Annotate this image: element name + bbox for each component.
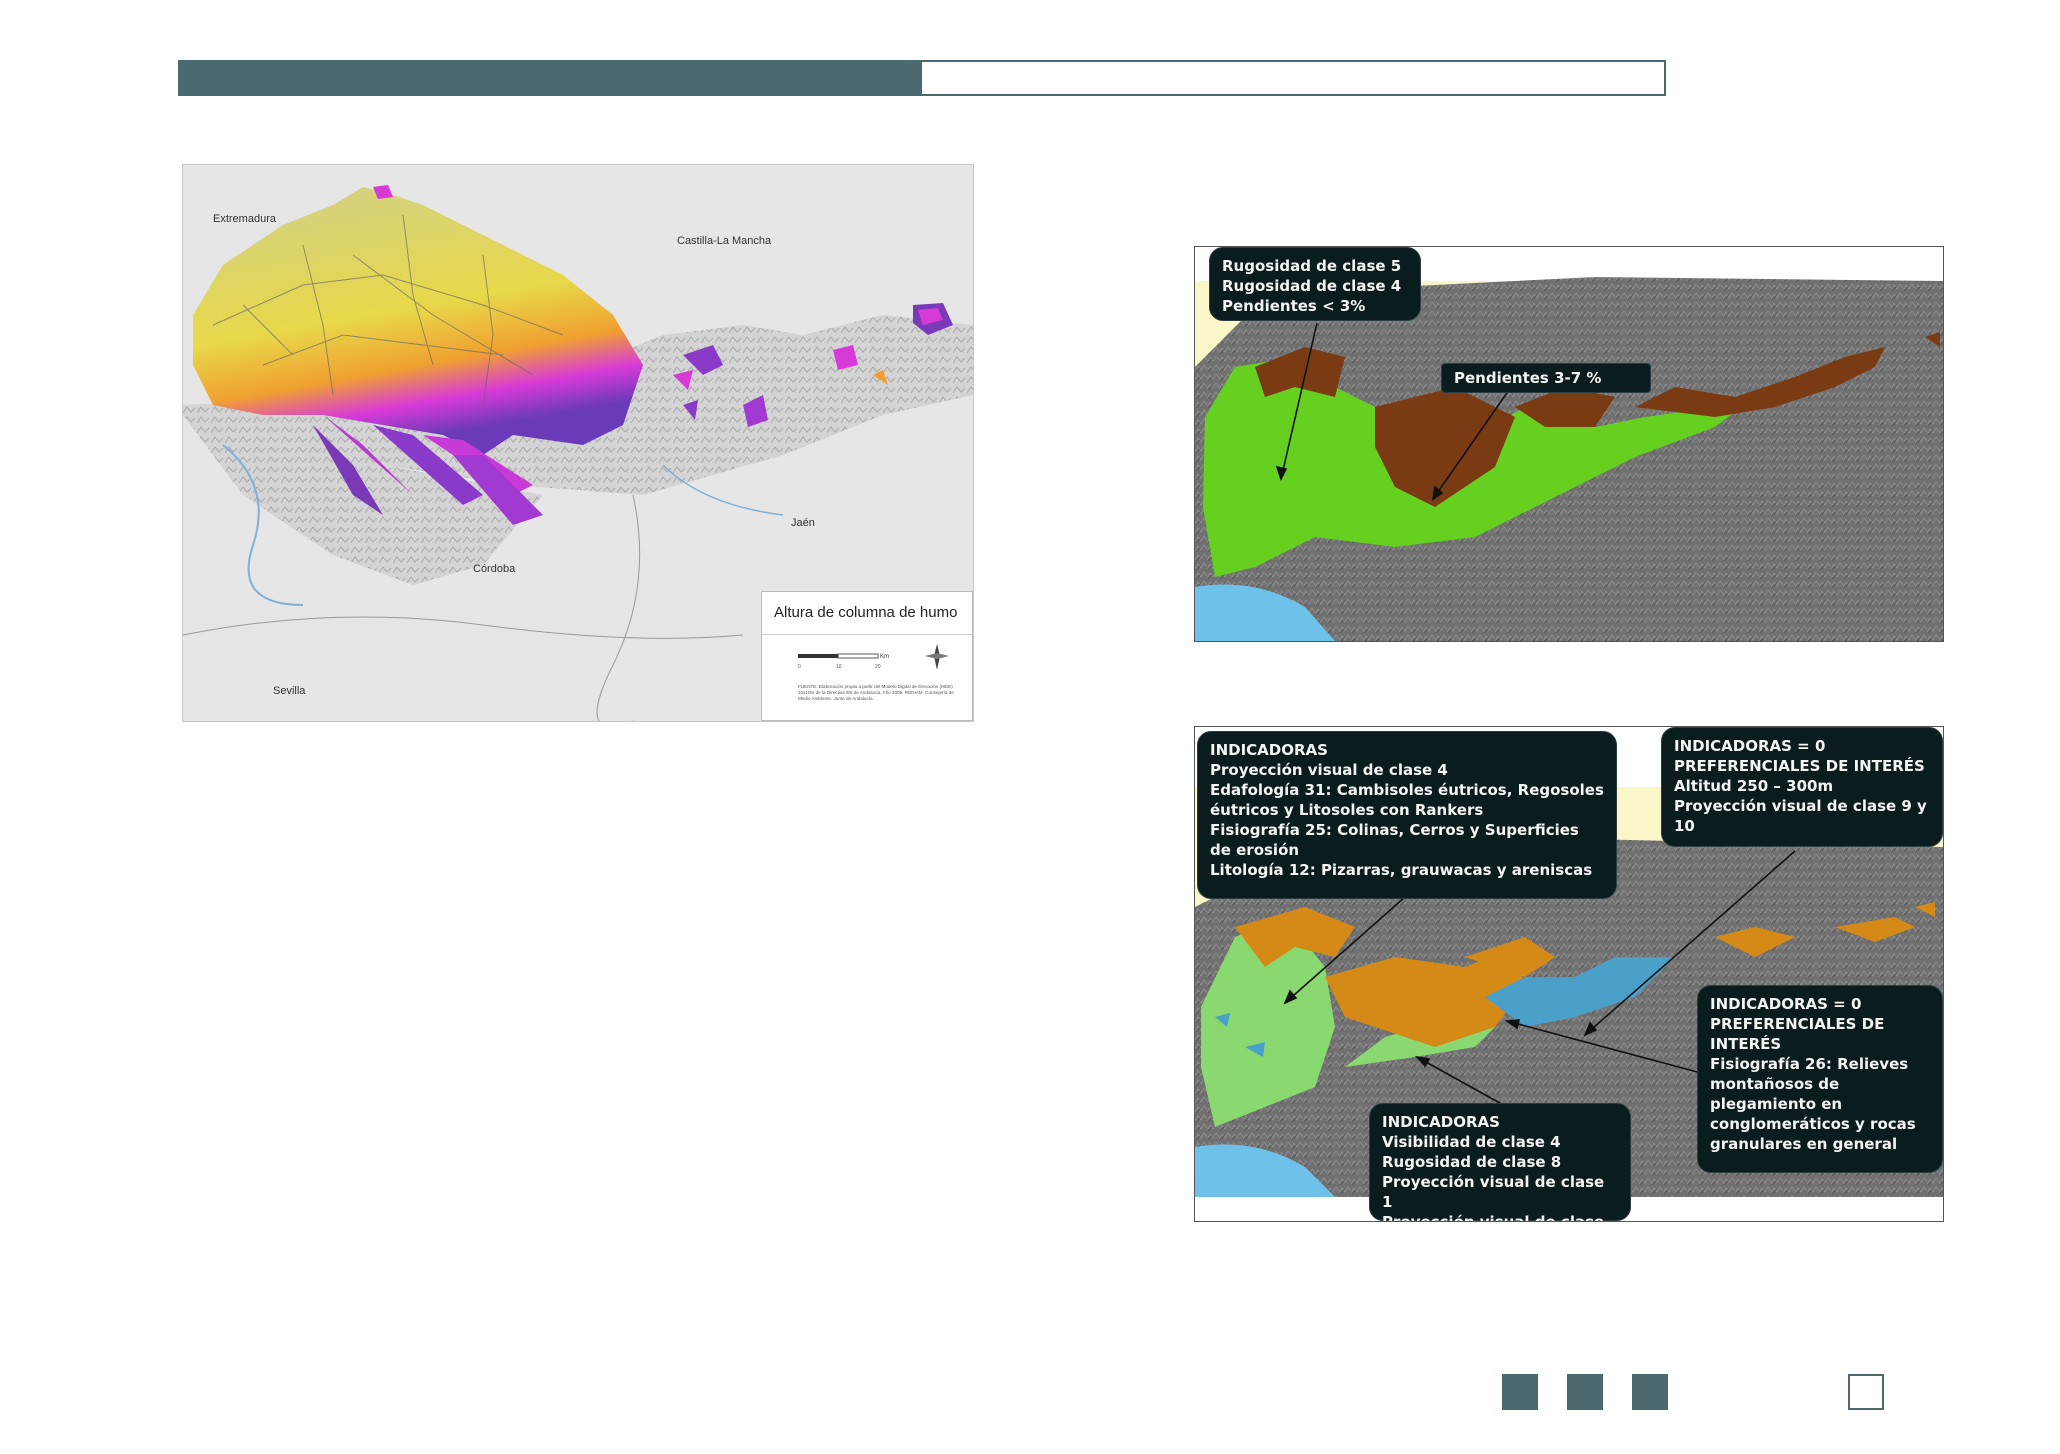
callout-line: Fisiografía 25: Colinas, Cerros y Superf… [1210,821,1579,859]
header-bar-fill [178,60,922,96]
nav-square-3[interactable] [1632,1374,1668,1410]
page-number-box [1848,1374,1884,1410]
callout-line: Visibilidad de clase 4 [1382,1133,1561,1151]
callout-line: Proyección visual de clase 1 [1382,1173,1605,1211]
region-label-cordoba: Córdoba [473,563,516,575]
callout-line: Rugosidad de clase 5 [1222,257,1402,275]
callout-line: Proyección visual de clase 4 [1210,761,1448,779]
region-label-extremadura: Extremadura [213,213,276,225]
region-label-castilla: Castilla-La Mancha [677,235,772,247]
callout-line: PREFERENCIALES DE INTERÉS [1674,757,1925,775]
callout-roughness-slope: Rugosidad de clase 5 Rugosidad de clase … [1209,247,1421,321]
scale-bar: Km 0 10 20 [798,644,949,670]
callout-line: Pendientes 3-7 % [1454,369,1602,387]
callout-line: Proyección visual de clase 2 [1382,1213,1605,1222]
region-label-sevilla: Sevilla [273,685,306,697]
callout-line: Litología 12: Pizarras, grauwacas y aren… [1210,861,1593,879]
callout-line: Fisiografía 26: Relieves montañosos de p… [1710,1055,1916,1153]
nav-square-2[interactable] [1567,1374,1603,1410]
callout-line: PREFERENCIALES DE INTERÉS [1710,1015,1885,1053]
callout-physiography-26: INDICADORAS = 0 PREFERENCIALES DE INTERÉ… [1697,985,1943,1173]
slope-roughness-map: Rugosidad de clase 5 Rugosidad de clase … [1194,246,1944,642]
callout-indicators-projection: INDICADORAS Proyección visual de clase 4… [1197,731,1617,899]
legend-title: Altura de columna de humo [774,604,958,621]
callout-line: Proyección visual de clase 9 y 10 [1674,797,1927,835]
callout-visibility-roughness: INDICADORAS Visibilidad de clase 4 Rugos… [1369,1103,1631,1221]
callout-line: Pendientes < 3% [1222,297,1366,315]
smoke-column-map: Extremadura Castilla-La Mancha Jaén Córd… [182,164,974,722]
scale-tick-1: 10 [836,664,842,670]
callout-line: INDICADORAS [1382,1113,1500,1131]
indicators-map: INDICADORAS Proyección visual de clase 4… [1194,726,1944,1222]
nav-square-1[interactable] [1502,1374,1538,1410]
callout-line: Rugosidad de clase 8 [1382,1153,1562,1171]
scale-unit: Km [880,654,889,660]
header-bar-empty [922,60,1666,96]
region-label-jaen: Jaén [791,517,815,529]
scale-tick-0: 0 [798,664,801,670]
map-legend: Altura de columna de humo Km 0 10 20 FUE… [761,591,973,721]
compass-rose-icon [925,644,949,670]
callout-altitude-projection: INDICADORAS = 0 PREFERENCIALES DE INTERÉ… [1661,727,1943,847]
callout-line: INDICADORAS = 0 [1710,995,1862,1013]
header-bar [178,60,1666,96]
callout-slope-3-7: Pendientes 3-7 % [1441,363,1651,393]
callout-line: INDICADORAS = 0 [1674,737,1826,755]
scale-tick-2: 20 [875,664,881,670]
legend-divider [762,634,972,635]
callout-line: INDICADORAS [1210,741,1328,759]
callout-line: Altitud 250 – 300m [1674,777,1834,795]
page-nav-squares [1502,1374,1668,1410]
callout-line: Rugosidad de clase 4 [1222,277,1402,295]
callout-line: Edafología 31: Cambisoles éutricos, Rego… [1210,781,1604,819]
legend-source-text: FUENTE: Elaboración propia a partir del … [798,684,954,701]
